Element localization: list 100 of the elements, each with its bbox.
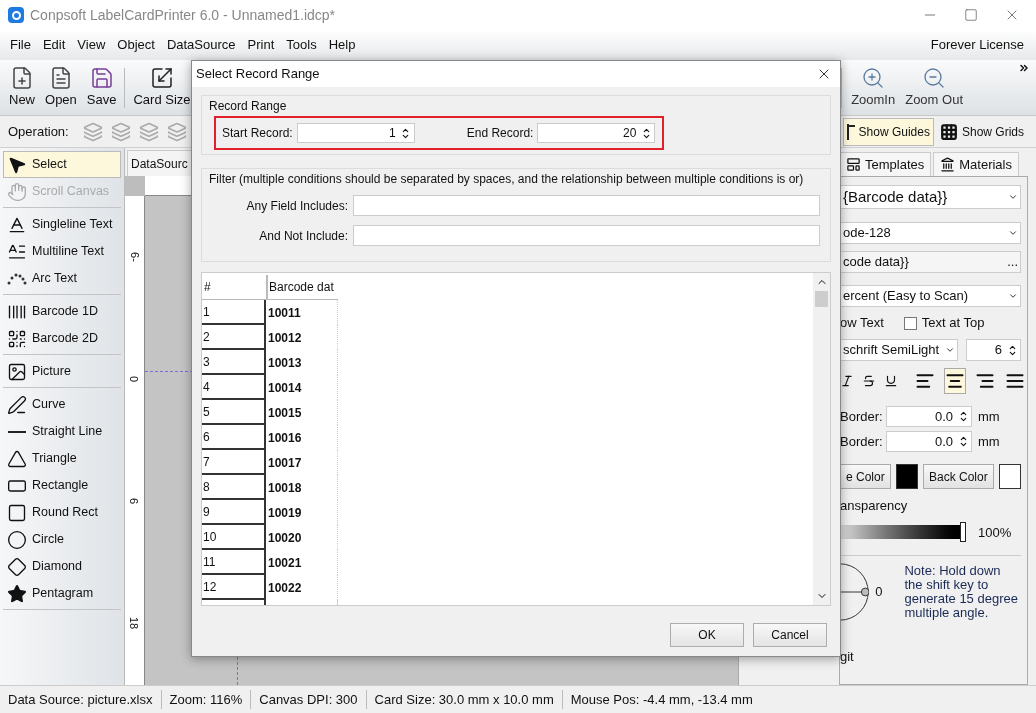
dialog-button[interactable]: OK [670,623,744,647]
status-item: Zoom: 116% [160,689,251,710]
strikethrough-icon[interactable] [862,374,876,388]
tool-item[interactable]: Singleline Text [3,211,121,238]
table-cell: 10012 [266,325,338,350]
barcode-content-field[interactable]: code data}} ... [840,251,1021,273]
tool-item[interactable]: Picture [3,358,121,385]
tool-item[interactable]: Barcode 1D [3,298,121,325]
table-cell: 5 [202,400,266,425]
transparency-label: ansparency [840,497,909,515]
menu-item[interactable]: DataSource [160,35,242,55]
color-swatch[interactable] [998,464,1021,489]
border-label: Border: [840,432,880,451]
filter-label: Any Field Includes: [245,197,348,215]
end-record-field[interactable]: 20 [537,123,656,143]
menu-item[interactable]: Object [111,35,161,55]
italic-icon[interactable] [840,374,854,388]
diamond-icon [7,556,27,577]
font-size-field[interactable]: 6 [966,339,1021,361]
overflow-chevrons-icon[interactable] [1018,62,1030,74]
template-icon [846,157,861,172]
table-cell: 10013 [266,350,338,375]
scrollbar[interactable] [813,273,830,605]
panel-tab[interactable]: Materials [933,152,1019,176]
menu-item[interactable]: Tools [280,35,323,55]
tool-item[interactable]: Diamond [3,553,121,580]
table-cell: 11 [202,550,266,575]
toolbar-button[interactable]: New [4,65,40,110]
table-cell: 10015 [266,400,338,425]
menu-item[interactable]: View [71,35,112,55]
tool-item[interactable]: Arc Text [3,265,121,292]
table-cell: 1 [202,300,266,325]
triangle-icon [7,448,27,469]
slider-thumb[interactable] [960,522,966,543]
menu-item[interactable]: File [4,35,37,55]
status-item: Data Source: picture.xlsx [7,690,154,709]
transparency-reading: 100% [978,523,1012,542]
document-tab[interactable]: DataSourc [127,150,192,176]
license-label: Forever License [930,36,1025,55]
panel-tab[interactable]: Templates [839,152,932,176]
tool-item[interactable]: Select [3,151,121,178]
grid-icon [939,122,958,141]
qr-code-icon [7,328,27,349]
border-width-field[interactable]: 0.0 [886,406,972,427]
border-label: Border: [840,407,880,426]
toolbar-button[interactable]: Open [40,65,82,110]
ruler-label: 18 [128,616,142,630]
end-record-label: End Record: [466,125,534,142]
tool-item[interactable]: Curve [3,391,121,418]
tool-item[interactable]: Triangle [3,445,121,472]
ruler-label: 6 [128,497,142,505]
toolbar-button[interactable]: Zoom Out [900,65,968,110]
tool-item[interactable]: Straight Line [3,418,121,445]
tool-item[interactable]: Multiline Text [3,238,121,265]
hand-icon [7,181,27,202]
angle-dial-icon[interactable] [840,562,870,622]
tool-item[interactable]: Round Rect [3,499,121,526]
color-button[interactable]: e Color [840,464,891,489]
table-cell: 9 [202,500,266,525]
align-center-icon[interactable] [944,368,966,394]
data-field-dropdown[interactable]: {Barcode data}} [840,185,1021,209]
start-record-field[interactable]: 1 [296,123,415,143]
border-width-field[interactable]: 0.0 [886,431,972,452]
star-icon [7,583,27,604]
unit-label: mm [978,432,1000,451]
column-header[interactable]: Barcode dat [266,275,338,300]
tool-item[interactable]: Rectangle [3,472,121,499]
tool-item[interactable]: Pentagram [3,580,121,607]
angle-value: 0 [875,583,884,602]
font-dropdown[interactable]: schrift SemiLight [840,339,958,361]
app-logo-icon [8,7,24,23]
menu-item[interactable]: Print [241,35,281,55]
quality-dropdown[interactable]: ercent (Easy to Scan) [840,285,1021,307]
color-swatch[interactable] [895,464,918,489]
option-label: git [840,648,855,666]
ruler-label: 0 [128,375,142,383]
toolbar-button[interactable]: ZoomIn [846,65,901,110]
guides-icon [846,123,855,140]
building-icon [940,157,956,172]
table-cell: 10020 [266,525,338,550]
table-cell: 10016 [266,425,338,450]
menu-item[interactable]: Edit [36,35,72,55]
tool-item[interactable]: Barcode 2D [3,325,121,352]
filter-field[interactable] [353,225,820,246]
column-header[interactable]: # [202,275,266,300]
view-toggle[interactable]: Show Grids [935,117,1028,146]
dialog-button[interactable]: Cancel [753,623,827,647]
text-at-top-checkbox[interactable]: Text at Top [903,313,985,333]
color-button[interactable]: Back Color [923,464,994,489]
barcode-type-dropdown[interactable]: ode-128 [840,222,1021,244]
menu-item[interactable]: Help [322,35,362,55]
tool-item[interactable]: Circle [3,526,121,553]
line-icon [7,430,27,433]
toolbar-button[interactable]: Card Size [128,65,196,110]
view-toggle[interactable]: Show Guides [842,117,934,146]
filter-field[interactable] [353,195,820,216]
table-cell: 6 [202,425,266,450]
underline-icon[interactable] [884,374,898,388]
toolbar-button[interactable]: Save [81,65,122,110]
scroll-thumb[interactable] [815,291,828,307]
